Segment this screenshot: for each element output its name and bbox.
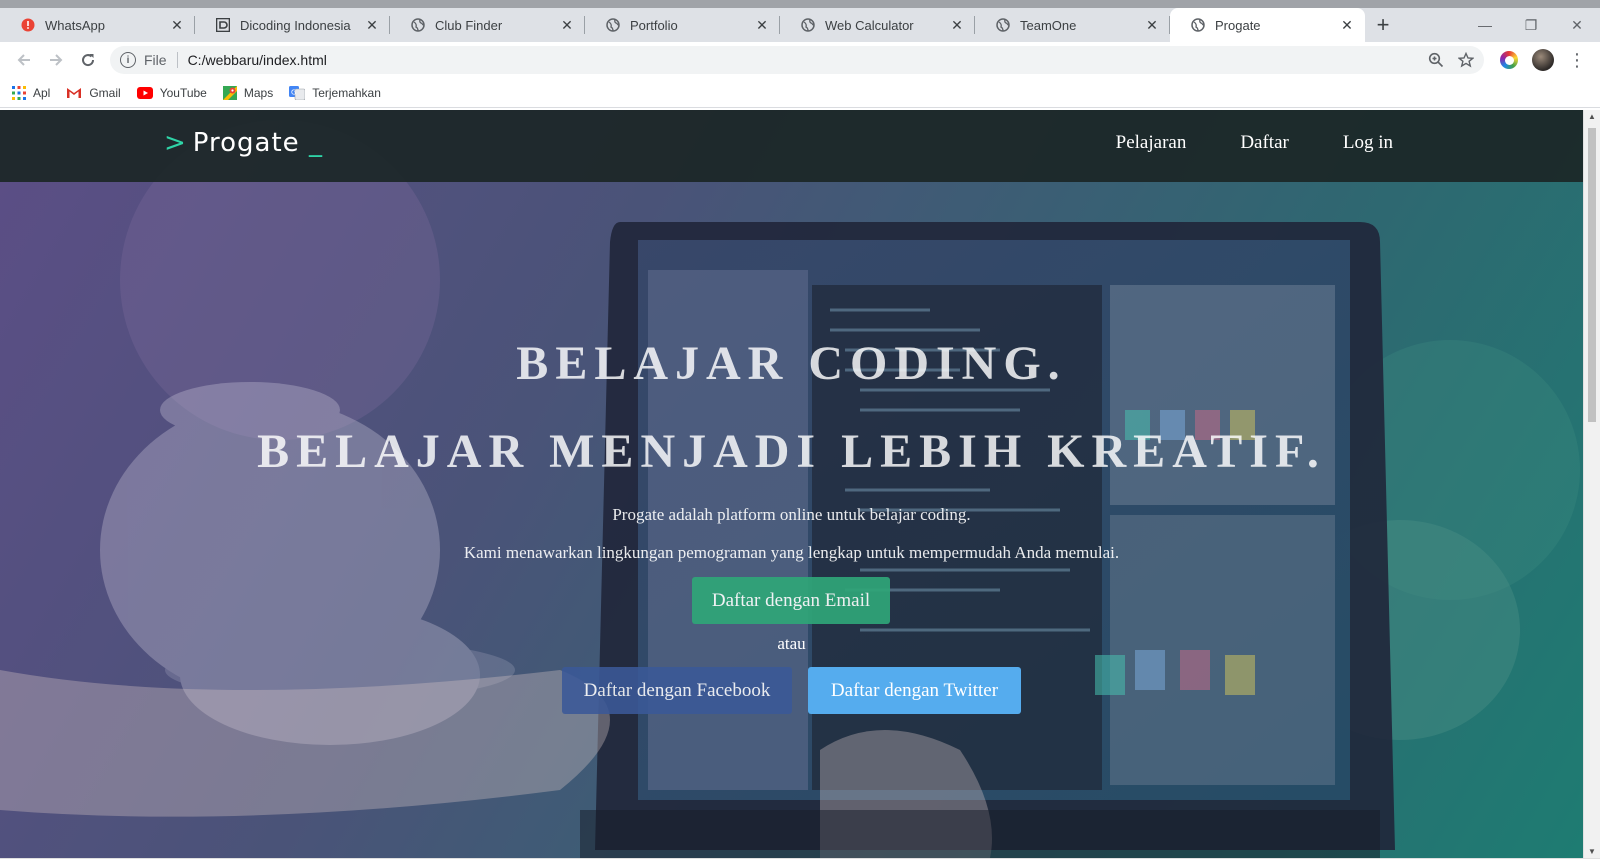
close-tab-icon[interactable]: ✕ <box>754 17 770 33</box>
kebab-menu-icon[interactable]: ⋮ <box>1568 51 1586 69</box>
back-button[interactable] <box>8 44 40 76</box>
hero-heading-2: BELAJAR MENJADI LEBIH KREATIF. <box>257 425 1326 478</box>
new-tab-button[interactable]: + <box>1365 8 1401 42</box>
close-tab-icon[interactable]: ✕ <box>559 17 575 33</box>
close-tab-icon[interactable]: ✕ <box>1144 17 1160 33</box>
nav-pelajaran[interactable]: Pelajaran <box>1116 132 1187 154</box>
extension-icon[interactable] <box>1500 51 1518 69</box>
url-text[interactable]: C:/webbaru/index.html <box>188 52 1428 68</box>
window-controls: — ❐ ✕ <box>1462 8 1600 42</box>
scroll-up-icon[interactable]: ▲ <box>1584 112 1600 121</box>
hero-text-2: Kami menawarkan lingkungan pemograman ya… <box>463 543 1120 562</box>
globe-icon <box>800 17 816 33</box>
tab-teamone[interactable]: TeamOne ✕ <box>975 8 1170 42</box>
nav-login[interactable]: Log in <box>1343 132 1393 154</box>
bookmark-label: Gmail <box>89 85 121 100</box>
url-scheme: File <box>144 52 178 68</box>
bookmark-apps[interactable]: Apl <box>12 85 51 100</box>
tab-portfolio[interactable]: Portfolio ✕ <box>585 8 780 42</box>
logo-text: Progate <box>192 128 300 158</box>
forward-button[interactable] <box>40 44 72 76</box>
bookmark-youtube[interactable]: YouTube <box>136 85 207 100</box>
tab-title: TeamOne <box>1020 17 1077 33</box>
close-tab-icon[interactable]: ✕ <box>1339 17 1355 33</box>
gmail-icon <box>67 87 82 98</box>
profile-avatar[interactable] <box>1532 49 1554 71</box>
progate-logo[interactable]: > Progate _ <box>164 128 323 158</box>
tab-title: Dicoding Indonesia <box>240 17 351 33</box>
tab-title: Web Calculator <box>825 17 914 33</box>
browser-toolbar: i File C:/webbaru/index.html ⋮ <box>0 42 1600 78</box>
dicoding-icon <box>215 17 231 33</box>
logo-cursor: _ <box>308 128 323 158</box>
header-nav: Pelajaran Daftar Log in <box>1116 132 1393 154</box>
arrow-right-icon <box>50 54 63 66</box>
svg-text:G: G <box>291 88 296 96</box>
tab-dicoding[interactable]: Dicoding Indonesia ✕ <box>195 8 390 42</box>
close-tab-icon[interactable]: ✕ <box>364 17 380 33</box>
bookmark-maps[interactable]: Maps <box>222 85 274 100</box>
bookmark-label: Terjemahkan <box>312 85 381 100</box>
globe-icon <box>605 17 621 33</box>
reload-button[interactable] <box>72 44 104 76</box>
bookmark-label: Apl <box>33 85 51 100</box>
page-bottom-edge <box>0 858 1600 868</box>
scroll-down-icon[interactable]: ▼ <box>1584 847 1600 856</box>
bookmark-label: YouTube <box>159 85 207 100</box>
scrollbar-thumb[interactable] <box>1588 128 1596 422</box>
minimize-icon[interactable]: — <box>1462 8 1508 42</box>
address-bar[interactable]: i File C:/webbaru/index.html <box>110 46 1484 74</box>
zoom-icon[interactable] <box>1428 52 1444 68</box>
whatsapp-alert-icon <box>20 17 36 33</box>
star-icon[interactable] <box>1458 52 1474 68</box>
tab-title: Club Finder <box>435 17 503 33</box>
signup-facebook-button[interactable]: Daftar dengan Facebook <box>562 667 792 714</box>
bookmark-translate[interactable]: G Terjemahkan <box>289 85 381 100</box>
tab-strip: WhatsApp ✕ Dicoding Indonesia ✕ Club Fin… <box>0 8 1600 42</box>
restore-icon[interactable]: ❐ <box>1508 8 1554 42</box>
tab-club-finder[interactable]: Club Finder ✕ <box>390 8 585 42</box>
reload-icon <box>82 54 95 67</box>
arrow-left-icon <box>17 54 30 66</box>
signup-twitter-button[interactable]: Daftar dengan Twitter <box>808 667 1021 714</box>
hero-contents: BELAJAR CODING. BELAJAR MENJADI LEBIH KR… <box>0 110 1583 858</box>
page-viewport: > Progate _ Pelajaran Daftar Log in BELAJ… <box>0 110 1600 868</box>
close-tab-icon[interactable]: ✕ <box>949 17 965 33</box>
nav-daftar[interactable]: Daftar <box>1240 132 1289 154</box>
globe-icon <box>1190 17 1206 33</box>
logo-chevron: > <box>164 128 187 158</box>
bookmark-gmail[interactable]: Gmail <box>66 85 121 100</box>
site-header: > Progate _ Pelajaran Daftar Log in <box>0 110 1583 182</box>
tab-web-calculator[interactable]: Web Calculator ✕ <box>780 8 975 42</box>
hero-heading-1: BELAJAR CODING. <box>516 337 1067 390</box>
youtube-icon <box>136 86 153 99</box>
globe-icon <box>995 17 1011 33</box>
window-top-border <box>0 0 1600 8</box>
apps-grid-icon <box>12 85 26 100</box>
close-tab-icon[interactable]: ✕ <box>169 17 185 33</box>
tab-title: WhatsApp <box>45 17 105 33</box>
bookmark-label: Maps <box>243 85 274 100</box>
translate-icon: G <box>289 85 306 100</box>
or-text: atau <box>777 634 806 653</box>
globe-icon <box>410 17 426 33</box>
tab-title: Portfolio <box>630 17 678 33</box>
tab-progate[interactable]: Progate ✕ <box>1170 8 1365 42</box>
tab-title: Progate <box>1215 17 1261 33</box>
tab-whatsapp[interactable]: WhatsApp ✕ <box>0 8 195 42</box>
bookmarks-bar: Apl Gmail YouTube Maps G Terjemahkan <box>0 78 1600 108</box>
close-window-icon[interactable]: ✕ <box>1554 8 1600 42</box>
page-scrollbar[interactable]: ▲ ▼ <box>1583 110 1600 858</box>
info-icon[interactable]: i <box>120 52 136 68</box>
hero-text-1: Progate adalah platform online untuk bel… <box>612 505 971 524</box>
signup-email-button[interactable]: Daftar dengan Email <box>692 577 890 624</box>
maps-icon <box>222 85 237 100</box>
